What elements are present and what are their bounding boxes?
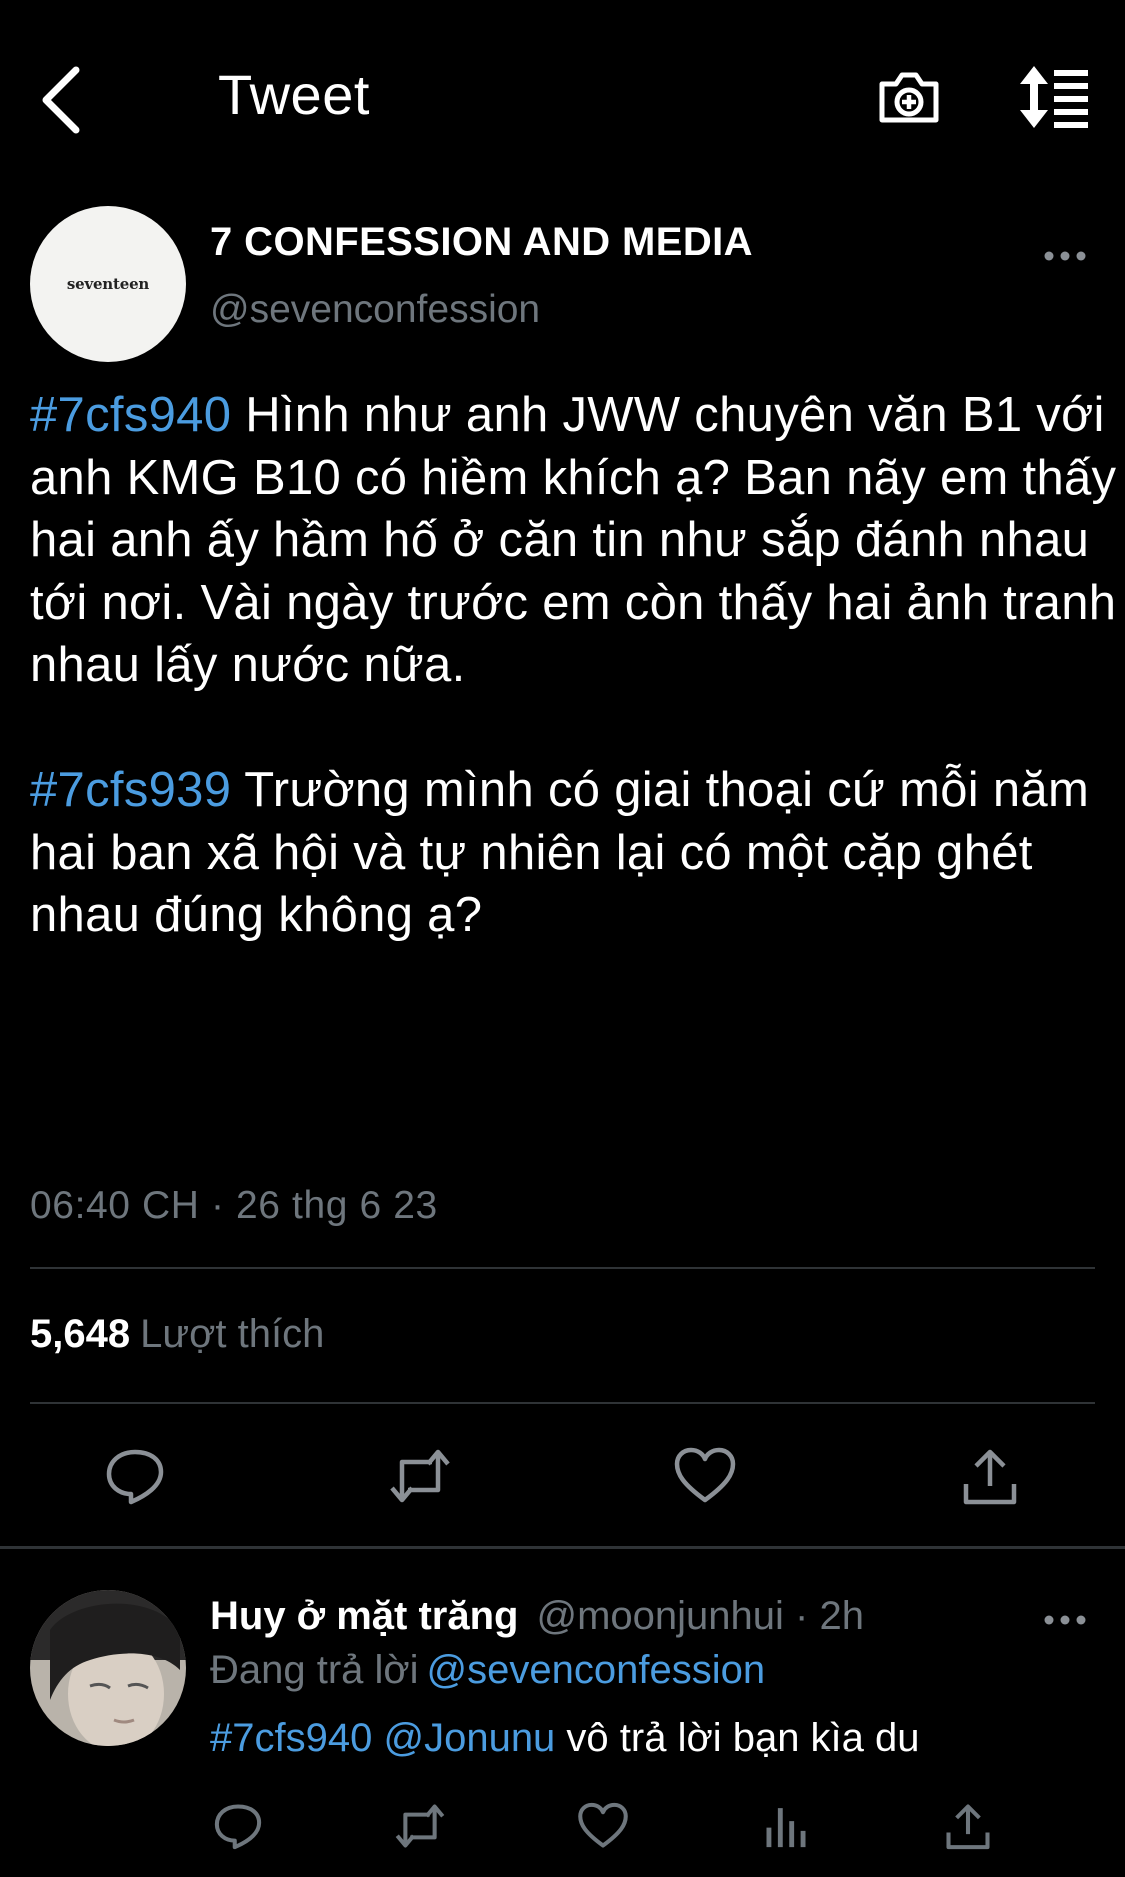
reply-like-button[interactable] [577, 1800, 629, 1852]
mention-link[interactable]: @Jonunu [383, 1716, 555, 1760]
reply-icon [106, 1449, 164, 1505]
reply-avatar[interactable] [30, 1590, 186, 1746]
reply-meta: @moonjunhui · 2h [536, 1594, 864, 1638]
reply-retweet-button[interactable] [394, 1800, 446, 1852]
user-photo-icon [30, 1590, 186, 1746]
replying-to: Đang trả lời @sevenconfession [210, 1648, 765, 1693]
hashtag-link[interactable]: #7cfs939 [30, 763, 231, 817]
avatar-text: seventeen [66, 275, 150, 293]
hashtag-link[interactable]: #7cfs940 [210, 1716, 372, 1760]
replying-label: Đang trả lời [210, 1648, 419, 1692]
camera-button[interactable] [876, 64, 942, 130]
tweet-paragraph: #7cfs940 Hình như anh JWW chuyên văn B1 … [30, 384, 1125, 697]
section-divider [0, 1546, 1125, 1549]
views-icon [766, 1808, 806, 1848]
reply-header: Huy ở mặt trăng @moonjunhui · 2h [210, 1594, 864, 1639]
share-icon [946, 1804, 990, 1850]
reply-author-name[interactable]: Huy ở mặt trăng [210, 1594, 518, 1638]
like-icon [578, 1802, 628, 1848]
share-button[interactable] [958, 1444, 1022, 1508]
chevron-left-icon [42, 66, 80, 134]
divider [30, 1267, 1095, 1269]
reply-share-button[interactable] [942, 1800, 994, 1852]
likes-summary[interactable]: 5,648 Lượt thích [30, 1312, 324, 1357]
replying-handle-link[interactable]: @sevenconfession [427, 1648, 766, 1692]
more-dots-icon [1044, 1615, 1086, 1625]
hashtag-link[interactable]: #7cfs940 [30, 388, 231, 442]
tweet-timestamp: 06:40 CH · 26 thg 6 23 [30, 1184, 438, 1227]
author-name[interactable]: 7 CONFESSION AND MEDIA [210, 220, 753, 265]
like-icon [674, 1447, 736, 1503]
page-title: Tweet [218, 63, 370, 126]
reply-views-button[interactable] [760, 1800, 812, 1852]
retweet-icon [395, 1804, 445, 1848]
tweet-paragraph: #7cfs939 Trường mình có giai thoại cứ mỗ… [30, 759, 1125, 947]
likes-count: 5,648 [30, 1312, 131, 1356]
reply-text: #7cfs940 @Jonunu vô trả lời bạn kìa du [210, 1716, 920, 1761]
more-dots-icon [1044, 251, 1086, 261]
like-button[interactable] [673, 1444, 737, 1508]
retweet-button[interactable] [388, 1444, 452, 1508]
reply-more-options-button[interactable] [1040, 1600, 1090, 1640]
camera-plus-icon [879, 72, 939, 123]
reply-icon [214, 1804, 262, 1850]
avatar[interactable]: seventeen [30, 206, 186, 362]
author-handle[interactable]: @sevenconfession [210, 288, 540, 332]
reply-button[interactable] [103, 1444, 167, 1508]
reply-text-body: vô trả lời bạn kìa du [555, 1716, 920, 1760]
share-icon [963, 1449, 1017, 1505]
likes-label: Lượt thích [140, 1312, 325, 1356]
more-options-button[interactable] [1040, 236, 1090, 276]
tweet-text: #7cfs940 Hình như anh JWW chuyên văn B1 … [30, 384, 1125, 947]
reply-reply-button[interactable] [212, 1800, 264, 1852]
sort-lines-icon [1020, 66, 1088, 128]
retweet-icon [390, 1449, 450, 1503]
divider [30, 1402, 1095, 1404]
sort-button[interactable] [1014, 64, 1090, 130]
back-button[interactable] [38, 60, 88, 140]
